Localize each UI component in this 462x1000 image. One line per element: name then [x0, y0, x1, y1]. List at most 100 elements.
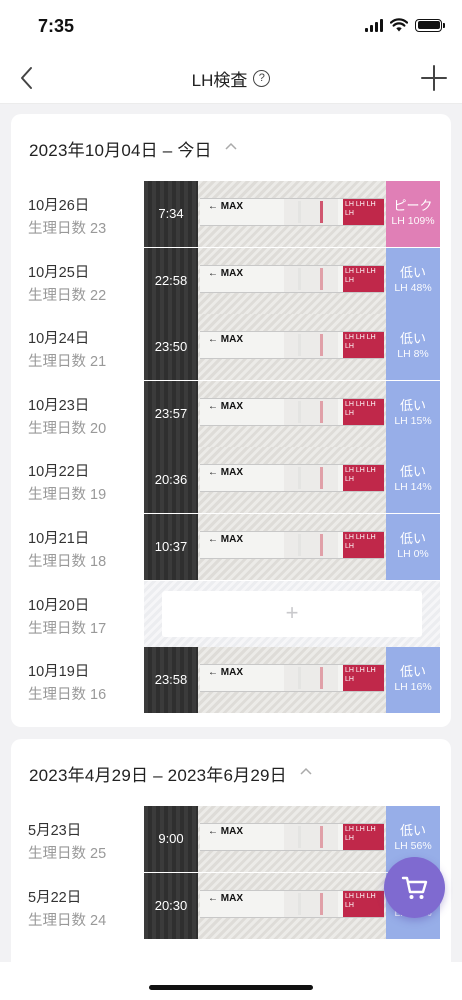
strip-window [284, 824, 338, 850]
add-test-button[interactable] [418, 62, 450, 94]
strip-window [284, 465, 338, 492]
lh-result-label: ピーク [393, 198, 433, 213]
chevron-up-icon[interactable] [299, 767, 313, 777]
test-line [298, 892, 301, 915]
strip-handle: LH LH LH LH [343, 665, 384, 692]
lh-result-value: LH 0% [397, 548, 429, 560]
lh-result-value: LH 16% [394, 681, 432, 694]
test-date: 10月23日 [28, 397, 90, 414]
lh-result-label: 低い [399, 531, 426, 546]
strip-max-label: ← MAX [208, 334, 243, 346]
test-strip: ← MAX LH LH LH LH [200, 464, 384, 493]
control-line [320, 267, 323, 290]
page-title: LH検査? [0, 66, 462, 91]
lh-result-label: 低い [399, 823, 426, 838]
test-row[interactable]: 10月23日 生理日数 20 ← MAX LH LH LH LH 23:57 低い LH 1… [11, 380, 451, 447]
test-time: 10:37 [154, 539, 188, 554]
strip-max-label: ← MAX [208, 201, 243, 212]
lh-result-badge: 低い LH 14% [386, 447, 440, 514]
cycle-day: 生理日数 23 [28, 221, 107, 237]
empty-test-slot: + [144, 580, 440, 647]
help-icon[interactable]: ? [253, 70, 271, 87]
test-row[interactable]: 10月20日 生理日数 17 + [11, 580, 451, 647]
shop-button[interactable] [384, 857, 445, 918]
status-bar: 7:35 [0, 0, 462, 52]
strip-handle: LH LH LH LH [343, 332, 384, 359]
cycle-day: 生理日数 25 [28, 846, 107, 862]
test-strip: ← MAX LH LH LH LH [200, 823, 384, 851]
chevron-up-icon[interactable] [224, 142, 238, 152]
test-strip-photo[interactable]: ← MAX LH LH LH LH 22:58 低い LH 48% [144, 247, 440, 314]
lh-result-value: LH 8% [397, 348, 429, 361]
test-line [298, 534, 301, 556]
lh-result-badge: 低い LH 16% [386, 647, 440, 714]
test-row[interactable]: 10月25日 生理日数 22 ← MAX LH LH LH LH 22:58 低い LH 4… [11, 247, 451, 314]
lh-result-value: LH 48% [394, 281, 432, 294]
cycle-day: 生理日数 24 [28, 912, 107, 929]
cart-icon [401, 876, 428, 899]
lh-result-value: LH 56% [394, 840, 432, 852]
home-bar[interactable] [149, 985, 313, 990]
strip-handle: LH LH LH LH [343, 824, 384, 850]
strip-window [284, 890, 338, 917]
test-line [298, 667, 301, 690]
strip-max-label: ← MAX [208, 534, 243, 545]
strip-handle: LH LH LH LH [343, 199, 384, 225]
cycle-title: 2023年10月04日 – 今日 [29, 140, 212, 160]
cycle-header[interactable]: 2023年10月04日 – 今日 [11, 114, 451, 182]
test-strip: ← MAX LH LH LH LH [200, 264, 384, 293]
test-strip-photo[interactable]: ← MAX LH LH LH LH 20:36 低い LH 14% [144, 447, 440, 514]
test-strip-photo[interactable]: ← MAX LH LH LH LH 23:57 低い LH 15% [144, 380, 440, 447]
strip-handle: LH LH LH LH [343, 265, 384, 292]
control-line [320, 334, 323, 357]
test-date: 10月21日 [28, 531, 90, 547]
cycle-day: 生理日数 21 [28, 354, 107, 371]
lh-result-badge: 低い LH 8% [386, 314, 440, 381]
strip-max-label: ← MAX [208, 667, 243, 679]
test-date: 10月26日 [28, 198, 90, 214]
test-row[interactable]: 10月22日 生理日数 19 ← MAX LH LH LH LH 20:36 低い LH 1… [11, 447, 451, 514]
strip-handle: LH LH LH LH [343, 465, 384, 492]
lh-result-label: 低い [399, 264, 426, 280]
test-row[interactable]: 10月19日 生理日数 16 ← MAX LH LH LH LH 23:58 低い LH 1… [11, 647, 451, 714]
control-line [320, 400, 323, 423]
lh-result-badge: ピーク LH 109% [386, 181, 440, 247]
strip-max-label: ← MAX [208, 400, 243, 412]
strip-window [284, 199, 338, 225]
page-title-text: LH検査 [191, 71, 248, 90]
control-line [320, 201, 323, 223]
strip-window [284, 265, 338, 292]
test-time: 20:30 [154, 897, 188, 913]
cycle-header[interactable]: 2023年4月29日 – 2023年6月29日 [11, 739, 451, 807]
test-date: 5月22日 [28, 889, 82, 906]
test-strip-photo[interactable]: ← MAX LH LH LH LH 23:58 低い LH 16% [144, 647, 440, 714]
strip-window [284, 665, 338, 692]
test-date: 10月19日 [28, 664, 90, 681]
test-strip-photo[interactable]: ← MAX LH LH LH LH 7:34 ピーク LH 109% [144, 181, 440, 247]
cycle-day: 生理日数 17 [28, 620, 107, 637]
test-strip-photo[interactable]: ← MAX LH LH LH LH 10:37 低い LH 0% [144, 514, 440, 580]
test-strip-photo[interactable]: ← MAX LH LH LH LH 23:50 低い LH 8% [144, 314, 440, 381]
nav-bar: LH検査? [0, 52, 462, 104]
lh-result-badge: 低い LH 15% [386, 380, 440, 447]
battery-icon [415, 18, 445, 32]
strip-handle: LH LH LH LH [343, 890, 384, 917]
strip-max-label: ← MAX [208, 826, 243, 837]
test-strip: ← MAX LH LH LH LH [200, 664, 384, 693]
test-time: 9:00 [158, 831, 184, 846]
test-line [298, 267, 301, 290]
strip-handle: LH LH LH LH [343, 398, 384, 425]
test-strip: ← MAX LH LH LH LH [200, 331, 384, 360]
test-row[interactable]: 10月24日 生理日数 21 ← MAX LH LH LH LH 23:50 低い LH 8… [11, 314, 451, 381]
home-indicator [0, 962, 462, 1000]
test-time: 23:50 [154, 339, 188, 355]
test-row[interactable]: 10月21日 生理日数 18 ← MAX LH LH LH LH 10:37 低い LH 0… [11, 514, 451, 580]
test-date: 10月20日 [28, 597, 90, 614]
test-date: 10月25日 [28, 264, 90, 281]
test-row[interactable]: 10月26日 生理日数 23 ← MAX LH LH LH LH 7:34 ピーク LH 1… [11, 181, 451, 247]
test-time: 23:58 [154, 672, 188, 688]
test-line [298, 201, 301, 223]
cycle-day: 生理日数 19 [28, 487, 107, 504]
signal-icon [365, 18, 383, 32]
add-photo-button[interactable]: + [162, 590, 422, 637]
